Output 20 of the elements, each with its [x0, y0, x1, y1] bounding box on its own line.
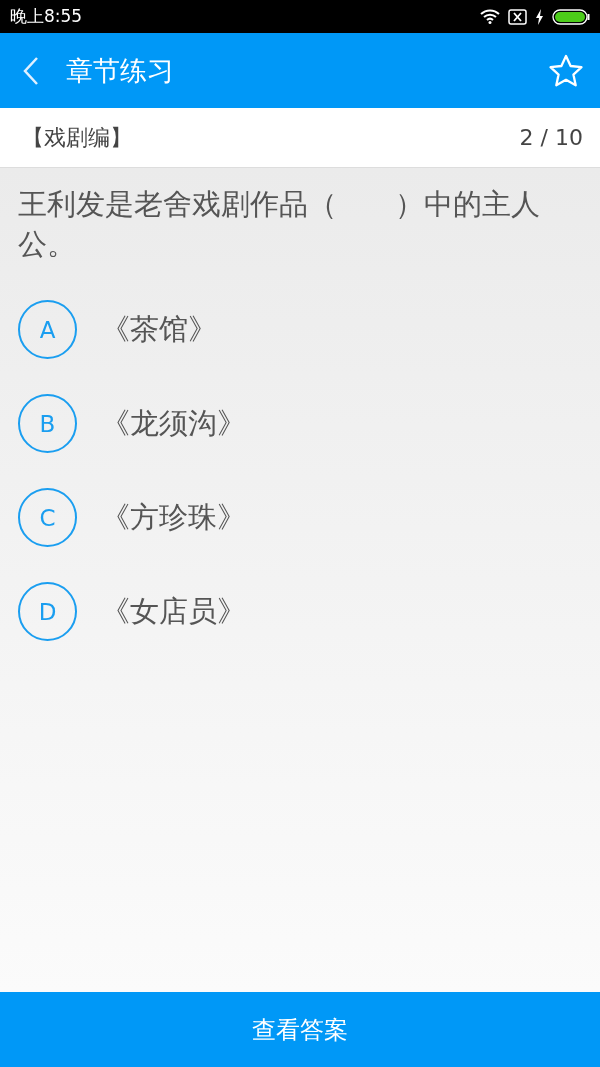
back-button[interactable] — [22, 55, 40, 86]
wifi-icon — [480, 9, 500, 24]
option-letter[interactable]: B — [18, 394, 77, 453]
page-title: 章节练习 — [66, 53, 175, 88]
option-text[interactable]: 《茶馆》 — [101, 309, 217, 350]
show-answer-button[interactable]: 查看答案 — [0, 992, 600, 1067]
status-time: 晚上8:55 — [10, 5, 83, 28]
progress-counter: 2 / 10 — [519, 125, 583, 150]
option-letter[interactable]: A — [18, 300, 77, 359]
option-letter[interactable]: D — [18, 582, 77, 641]
battery-icon — [552, 8, 590, 25]
option-text[interactable]: 《龙须沟》 — [101, 403, 246, 444]
favorite-button[interactable] — [548, 53, 584, 88]
charging-icon — [535, 8, 544, 25]
option-letter[interactable]: C — [18, 488, 77, 547]
option-text[interactable]: 《女店员》 — [101, 591, 246, 632]
no-sim-icon — [508, 8, 527, 25]
option-text[interactable]: 《方珍珠》 — [101, 497, 246, 538]
category-label: 【戏剧编】 — [22, 123, 132, 152]
question-text: 王利发是老舍戏剧作品（ ）中的主人公。 — [17, 186, 541, 263]
